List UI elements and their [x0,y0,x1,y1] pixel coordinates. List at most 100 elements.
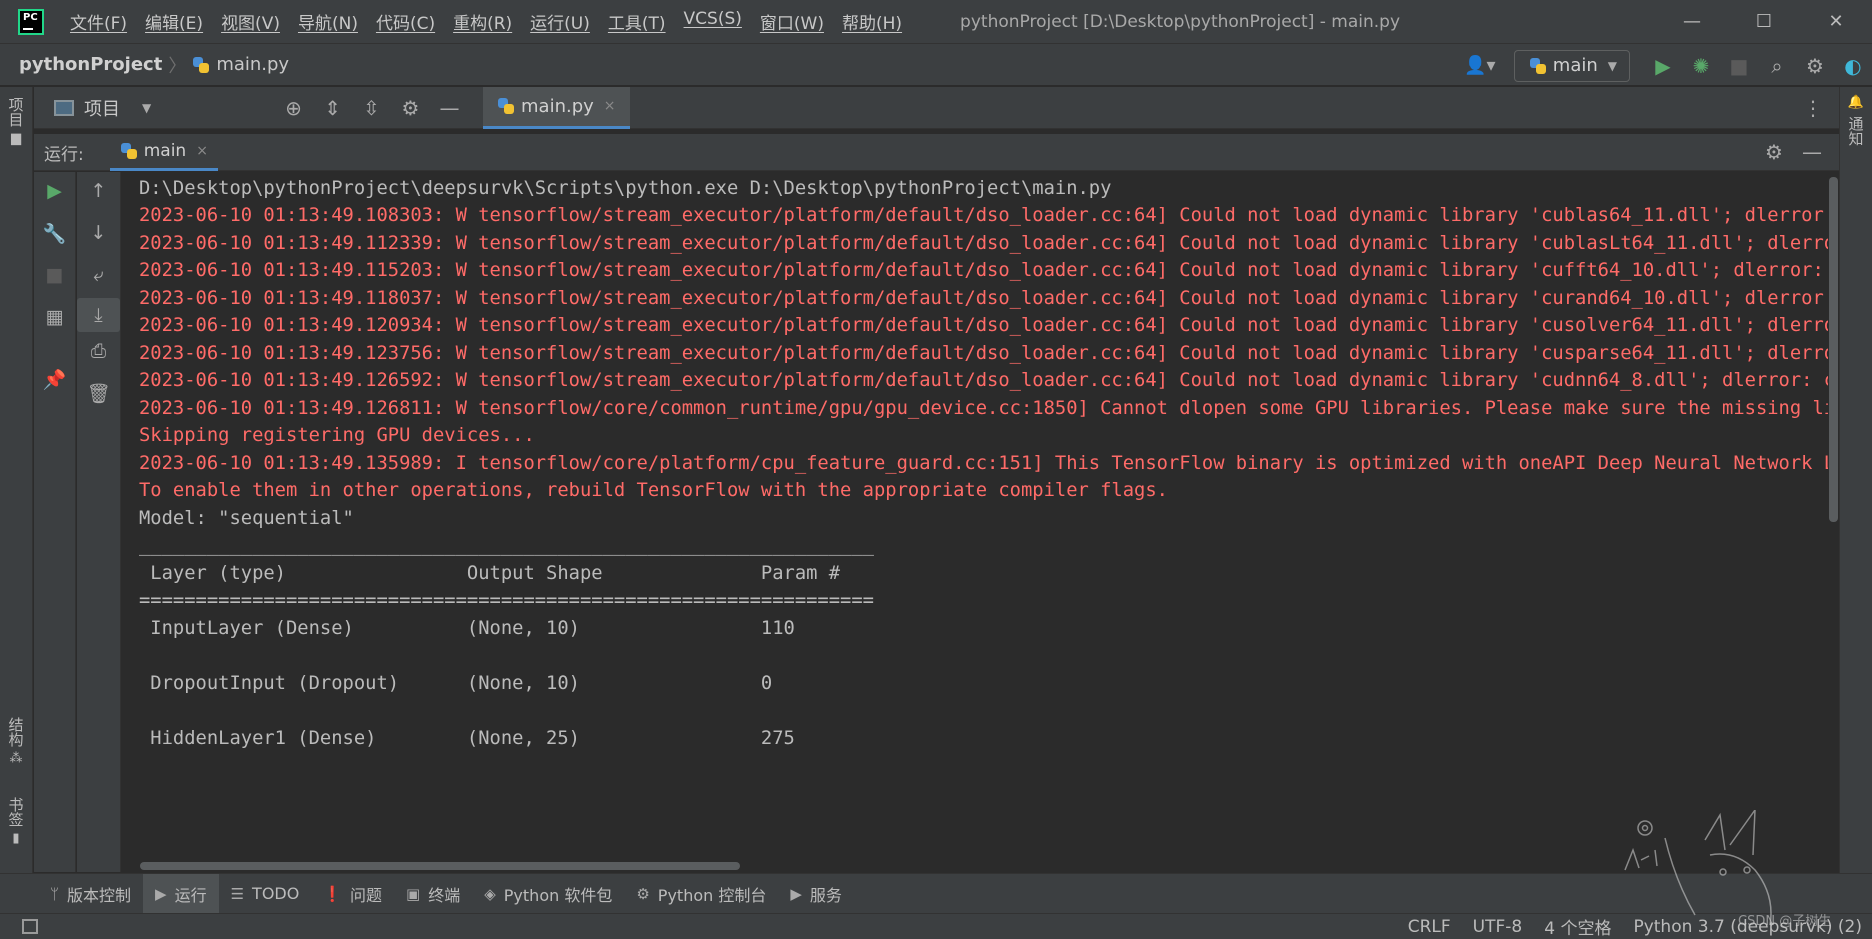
project-and-editor-tabs: 项目 ▼ ⊕ ⇕ ⇳ ⚙ — main.py × ⋮ [34,86,1839,129]
hide-icon[interactable]: — [1793,140,1831,164]
locate-icon[interactable]: ⊕ [274,96,313,120]
line-separator-widget[interactable]: CRLF [1408,917,1451,937]
menu-code[interactable]: 代码(C) [376,9,435,34]
packages-icon: ◈ [484,884,496,903]
encoding-widget[interactable]: UTF-8 [1473,917,1523,937]
run-primary-toolbar: ▶ 🔧 ■ ▦ 📌 [34,172,76,872]
tab-version-control[interactable]: ᛘ 版本控制 [38,874,143,914]
print-icon[interactable]: ⎙ [77,340,120,362]
trash-icon[interactable]: 🗑 [77,382,120,405]
console-line: 2023-06-10 01:13:49.112339: W tensorflow… [139,233,1828,254]
jetbrains-ai-icon[interactable]: ◐ [1834,47,1872,85]
run-console[interactable]: D:\Desktop\pythonProject\deepsurvk\Scrip… [122,172,1828,872]
project-view-label: 项目 [84,98,120,120]
console-line: D:\Desktop\pythonProject\deepsurvk\Scrip… [139,178,1112,199]
close-run-tab-icon[interactable]: × [196,143,208,159]
rerun-icon[interactable]: ▶ [34,180,75,202]
tab-python-console[interactable]: ⚙ Python 控制台 [624,874,778,914]
window-title: pythonProject [D:\Desktop\pythonProject]… [960,11,1401,32]
stop-icon[interactable]: ■ [34,264,75,286]
arrow-up-icon[interactable]: ↑ [77,180,120,202]
tab-label: 问题 [350,885,383,905]
menu-navigate[interactable]: 导航(N) [298,9,358,34]
run-window-label: 运行: [44,144,84,165]
wrench-icon[interactable]: 🔧 [34,222,75,245]
more-options-icon[interactable]: ⋮ [1803,96,1823,120]
breadcrumb-separator: 〉 [168,55,187,77]
maximize-button[interactable]: ☐ [1728,0,1800,43]
console-line: 2023-06-10 01:13:49.115203: W tensorflow… [139,260,1824,281]
stripe-structure-tab[interactable]: 结构 ⁂ [4,717,28,766]
expand-all-icon[interactable]: ⇕ [313,96,352,120]
soft-wrap-icon[interactable]: ⤶ [77,264,120,286]
python-icon [120,142,138,160]
console-horizontal-scrollbar[interactable] [140,862,740,870]
menu-help[interactable]: 帮助(H) [842,9,902,34]
python-icon [1529,57,1547,75]
menu-vcs[interactable]: VCS(S) [684,9,742,34]
run-icon[interactable]: ▶ [1644,47,1682,85]
stop-icon[interactable]: ■ [1720,47,1758,85]
editor-tab-main-py[interactable]: main.py × [483,86,630,129]
console-line: 2023-06-10 01:13:49.108303: W tensorflow… [139,205,1828,226]
chevron-down-icon: ▼ [1607,58,1617,73]
tab-terminal[interactable]: ▣ 终端 [394,874,472,914]
tab-label: 终端 [428,885,461,905]
menu-edit[interactable]: 编辑(E) [145,9,203,34]
run-header-actions: ⚙ — [1755,140,1831,164]
console-line: 2023-06-10 01:13:49.126592: W tensorflow… [139,370,1828,391]
tab-services[interactable]: ▶ 服务 [778,874,854,914]
menu-view[interactable]: 视图(V) [221,9,280,34]
console-line: 2023-06-10 01:13:49.123756: W tensorflow… [139,343,1828,364]
branch-icon: ᛘ [50,884,60,903]
gear-icon[interactable]: ⚙ [1755,140,1793,164]
console-line: 2023-06-10 01:13:49.118037: W tensorflow… [139,288,1828,309]
close-tab-icon[interactable]: × [604,98,616,114]
scrollbar-thumb[interactable] [1829,177,1838,522]
breadcrumb-project[interactable]: pythonProject [19,54,162,75]
tab-run[interactable]: ▶ 运行 [143,873,219,914]
minimize-button[interactable]: — [1656,0,1728,43]
pin-icon[interactable]: 📌 [34,368,75,391]
bookmark-icon: ▮ [12,831,20,846]
user-icon[interactable]: 👤▾ [1460,55,1500,76]
run-tab-main[interactable]: main × [109,134,218,171]
editor-tab-label: main.py [521,95,594,117]
gear-icon[interactable]: ⚙ [391,96,430,120]
menu-window[interactable]: 窗口(W) [760,9,824,34]
console-line: Model: "sequential" [139,508,354,529]
console-vertical-scrollbar[interactable] [1828,172,1839,872]
console-line: 2023-06-10 01:13:49.135989: I tensorflow… [139,453,1828,474]
hide-icon[interactable]: — [430,96,469,120]
menu-file[interactable]: 文件(F) [70,9,127,34]
stripe-notifications-tab[interactable]: 🔔 通知 [1844,95,1868,146]
tab-label: 运行 [174,885,207,905]
pycharm-logo-icon: PC [18,8,44,35]
tab-problems[interactable]: ❗ 问题 [311,874,394,914]
settings-icon[interactable]: ⚙ [1796,47,1834,85]
title-bar: PC 文件(F) 编辑(E) 视图(V) 导航(N) 代码(C) 重构(R) 运… [0,0,1872,43]
arrow-down-icon[interactable]: ↓ [77,222,120,244]
scroll-to-end-icon[interactable]: ⤓ [77,298,120,332]
menu-tools[interactable]: 工具(T) [608,9,666,34]
stripe-project-tab[interactable]: 项目 ▆ [4,97,28,146]
tab-todo[interactable]: ☰ TODO [219,874,312,914]
menu-run[interactable]: 运行(U) [530,9,590,34]
structure-icon: ⁂ [9,751,23,766]
tab-python-packages[interactable]: ◈ Python 软件包 [472,874,624,914]
debug-icon[interactable]: ✺ [1682,47,1720,85]
stripe-bookmarks-tab[interactable]: 书签 ▮ [4,797,28,846]
close-button[interactable]: ✕ [1800,0,1872,43]
menu-refactor[interactable]: 重构(R) [453,9,512,34]
breadcrumb-file[interactable]: main.py [192,54,289,75]
project-view-selector[interactable]: 项目 ▼ [54,95,274,121]
indent-widget[interactable]: 4 个空格 [1544,914,1611,939]
collapse-all-icon[interactable]: ⇳ [352,96,391,120]
run-config-selector[interactable]: main ▼ [1513,49,1630,82]
layout-icon[interactable]: ▦ [34,306,75,328]
tool-windows-toggle-icon[interactable] [22,919,38,934]
run-icon: ▶ [155,884,167,903]
python-file-icon [192,56,210,74]
search-icon[interactable]: ⌕ [1758,47,1796,85]
console-line: InputLayer (Dense) (None, 10) 110 [139,618,874,639]
